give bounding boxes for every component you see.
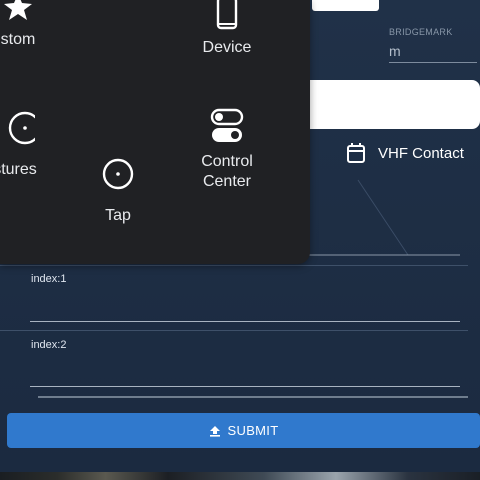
menu-item-device[interactable]: Device <box>187 0 267 58</box>
index-1-input[interactable] <box>30 321 460 322</box>
index-1-label: index:1 <box>31 273 67 285</box>
menu-item-tap-label: Tap <box>105 207 131 224</box>
row-divider <box>0 330 468 331</box>
submit-label: SUBMIT <box>227 423 279 438</box>
horizontal-scrollbar[interactable] <box>38 396 468 398</box>
menu-item-control-center[interactable]: Control Center <box>182 108 272 192</box>
menu-item-device-label: Device <box>202 39 252 56</box>
row-divider <box>0 265 468 266</box>
toggle-icon <box>210 108 244 142</box>
circle-icon <box>8 111 35 145</box>
faint-divider-lines <box>306 179 460 256</box>
submit-button[interactable]: SUBMIT <box>7 413 480 448</box>
photo-thumbnail <box>0 472 480 480</box>
menu-item-gestures[interactable]: stures <box>0 108 50 180</box>
menu-item-custom[interactable]: stom <box>0 0 48 50</box>
bridgemark-label: BRIDGEMARK <box>389 27 453 37</box>
index-2-input[interactable] <box>30 386 460 387</box>
menu-item-gestures-label: stures <box>0 161 37 178</box>
index-2-label: index:2 <box>31 339 67 351</box>
menu-item-control-center-label: Control Center <box>201 153 253 190</box>
top-input-field[interactable] <box>312 0 379 11</box>
phone-icon <box>216 0 238 30</box>
upload-icon <box>209 425 220 437</box>
star-icon <box>4 0 32 20</box>
bridgemark-input[interactable]: m <box>389 40 477 63</box>
menu-item-custom-label: stom <box>0 31 36 48</box>
accessibility-menu: stom Device stures Tap Control Center <box>0 0 310 264</box>
menu-item-tap[interactable]: Tap <box>88 156 148 226</box>
tap-icon <box>102 158 134 190</box>
white-field[interactable] <box>306 80 480 129</box>
